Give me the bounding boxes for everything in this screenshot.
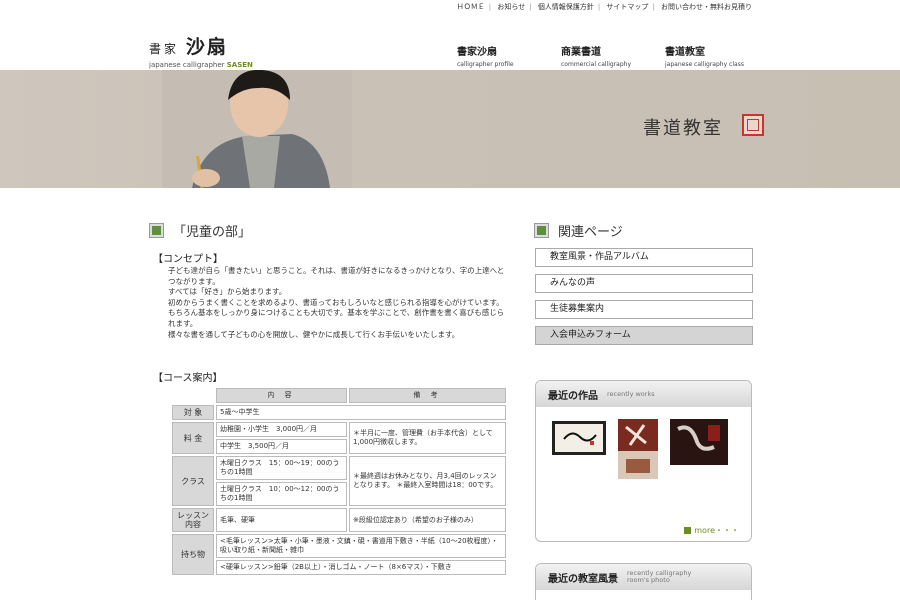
related-links: 教室風景・作品アルバム みんなの声 生徒募集案内 入会申込みフォーム: [535, 248, 753, 352]
green-square-icon: [150, 224, 163, 237]
recent-works-box: 最近の作品 recently works more・・・: [535, 380, 752, 542]
main-nav-profile[interactable]: 書家沙扇 calligrapher profile: [457, 43, 561, 68]
work-thumbnail[interactable]: [616, 419, 660, 479]
course-table: 内 容 備 考 対 象 5歳～中学生 料 金 幼稚園・小学生 3,000円／月 …: [170, 386, 508, 577]
main-nav: 書家沙扇 calligrapher profile 商業書道 commercia…: [457, 43, 769, 68]
related-title-text: 関連ページ: [558, 225, 623, 240]
main-nav-sublabel: calligrapher profile: [457, 61, 514, 68]
top-nav: ＨＯＭＥ | お知らせ | 個人情報保護方針 | サイトマップ | お問い合わせ・無料お…: [456, 3, 752, 11]
box-title: 最近の教室風景: [548, 573, 618, 585]
table-cell: ＊最終週はお休みとなり、月3,4回のレッスンとなります。 ＊最終入室時間は18：…: [349, 456, 506, 506]
table-corner: [172, 388, 214, 403]
table-cell: 幼稚園・小学生 3,000円／月: [216, 422, 347, 437]
row-label: クラス: [172, 456, 214, 506]
more-link[interactable]: more・・・: [684, 525, 739, 536]
logo-sub: japanese calligrapher: [149, 61, 227, 69]
main-nav-label: 商業書道: [561, 47, 601, 58]
concept-paragraph: 様々な書を通して子どもの心を開放し、健やかに成長して行くお手伝いをいたします。: [168, 329, 460, 339]
top-nav-privacy[interactable]: 個人情報保護方針: [538, 3, 594, 11]
box-title: 最近の作品: [548, 390, 598, 402]
course-heading: 【コース案内】: [153, 373, 223, 384]
related-link-recruit[interactable]: 生徒募集案内: [535, 300, 753, 319]
site-logo[interactable]: 書家 沙扇 japanese calligrapher SASEN: [149, 32, 279, 69]
table-cell: <硬筆レッスン>鉛筆（2B以上）・消しゴム・ノート（8×6マス）・下敷き: [216, 560, 506, 575]
recent-room-box: 最近の教室風景 recently calligraphy room's phot…: [535, 563, 752, 600]
table-cell: ※段級位認定あり（希望のお子様のみ）: [349, 508, 506, 532]
banner-title: 書道教室: [643, 118, 723, 139]
section-title-text: 「児童の部」: [173, 225, 252, 240]
table-cell: ＊半月に一度、管理費（お手本代含）として1,000円徴収します。: [349, 422, 506, 454]
concept-text: 子ども達が自ら「書きたい」と思うこと。それは、書道が好きになるきっかけとなり、字…: [168, 266, 508, 340]
box-subtitle: recently calligraphy room's photo: [627, 569, 692, 584]
related-link-form[interactable]: 入会申込みフォーム: [535, 326, 753, 345]
main-nav-class[interactable]: 書道教室 japanese calligraphy class: [665, 43, 769, 68]
concept-paragraph: 初めからうまく書くことを求めるより、書道っておもしろいなと感じられる指導を心がけ…: [168, 297, 504, 307]
main-nav-commercial[interactable]: 商業書道 commercial calligraphy: [561, 43, 665, 68]
logo-small: 書家: [149, 42, 180, 56]
table-row: 持ち物 <毛筆レッスン>太筆・小筆・墨液・文鎮・硯・書道用下敷き・半紙（10～2…: [172, 534, 506, 575]
section-title: 「児童の部」: [150, 221, 251, 240]
table-row: <硬筆レッスン>鉛筆（2B以上）・消しゴム・ノート（8×6マス）・下敷き: [172, 560, 506, 575]
seal-stamp-icon: [742, 114, 764, 136]
top-nav-sitemap[interactable]: サイトマップ: [606, 3, 648, 11]
logo-big: 沙扇: [185, 36, 228, 58]
concept-paragraph: すべては「好き」から始まります。: [168, 287, 287, 297]
work-thumbnail[interactable]: [670, 419, 728, 465]
green-square-icon: [535, 224, 548, 237]
table-row: 料 金 幼稚園・小学生 3,000円／月 ＊半月に一度、管理費（お手本代含）とし…: [172, 422, 506, 454]
child-writing-photo: [162, 70, 352, 188]
concept-paragraph: もちろん基本をしっかり身につけることも大切です。基本を学ぶことで、創作書を書く喜…: [168, 308, 505, 328]
row-label: 対 象: [172, 405, 214, 420]
main-nav-sublabel: japanese calligraphy class: [665, 61, 744, 68]
table-row: 内 容 備 考: [172, 388, 506, 403]
table-cell: 毛筆、硬筆: [216, 508, 347, 532]
table-cell: 中学生 3,500円／月: [216, 439, 347, 454]
header-banner: 書道教室: [0, 70, 900, 188]
work-thumbnail[interactable]: [550, 419, 608, 457]
table-cell: 5歳～中学生: [216, 405, 506, 420]
main-nav-label: 書道教室: [665, 47, 705, 58]
logo-accent: SASEN: [226, 61, 253, 69]
concept-paragraph: 子ども達が自ら「書きたい」と思うこと。それは、書道が好きになるきっかけとなり、字…: [168, 266, 505, 286]
table-row: 対 象 5歳～中学生: [172, 405, 506, 420]
related-link-album[interactable]: 教室風景・作品アルバム: [535, 248, 753, 267]
row-label: 料 金: [172, 422, 214, 454]
table-cell: 木曜日クラス 15：00～19：00のうちの1時間: [216, 456, 347, 480]
table-cell: 土曜日クラス 10：00～12：00のうちの1時間: [216, 482, 347, 506]
row-label: レッスン内容: [172, 508, 214, 532]
top-nav-home[interactable]: ＨＯＭＥ: [457, 3, 485, 11]
box-subtitle: recently works: [607, 389, 655, 398]
table-row: クラス 木曜日クラス 15：00～19：00のうちの1時間 ＊最終週はお休みとな…: [172, 456, 506, 506]
related-title: 関連ページ: [535, 221, 623, 240]
top-nav-contact[interactable]: お問い合わせ・無料お見積り: [661, 3, 752, 11]
main-nav-sublabel: commercial calligraphy: [561, 61, 631, 68]
table-row: レッスン内容 毛筆、硬筆 ※段級位認定あり（希望のお子様のみ）: [172, 508, 506, 532]
related-link-voices[interactable]: みんなの声: [535, 274, 753, 293]
col-note-header: 備 考: [349, 388, 506, 403]
concept-heading: 【コンセプト】: [153, 254, 223, 265]
main-nav-label: 書家沙扇: [457, 47, 497, 58]
col-content-header: 内 容: [216, 388, 347, 403]
box-header: 最近の教室風景 recently calligraphy room's phot…: [536, 564, 751, 590]
top-nav-news[interactable]: お知らせ: [497, 3, 525, 11]
row-label: 持ち物: [172, 534, 214, 575]
table-cell: <毛筆レッスン>太筆・小筆・墨液・文鎮・硯・書道用下敷き・半紙（10～20枚程度…: [216, 534, 506, 558]
box-header: 最近の作品 recently works: [536, 381, 751, 407]
